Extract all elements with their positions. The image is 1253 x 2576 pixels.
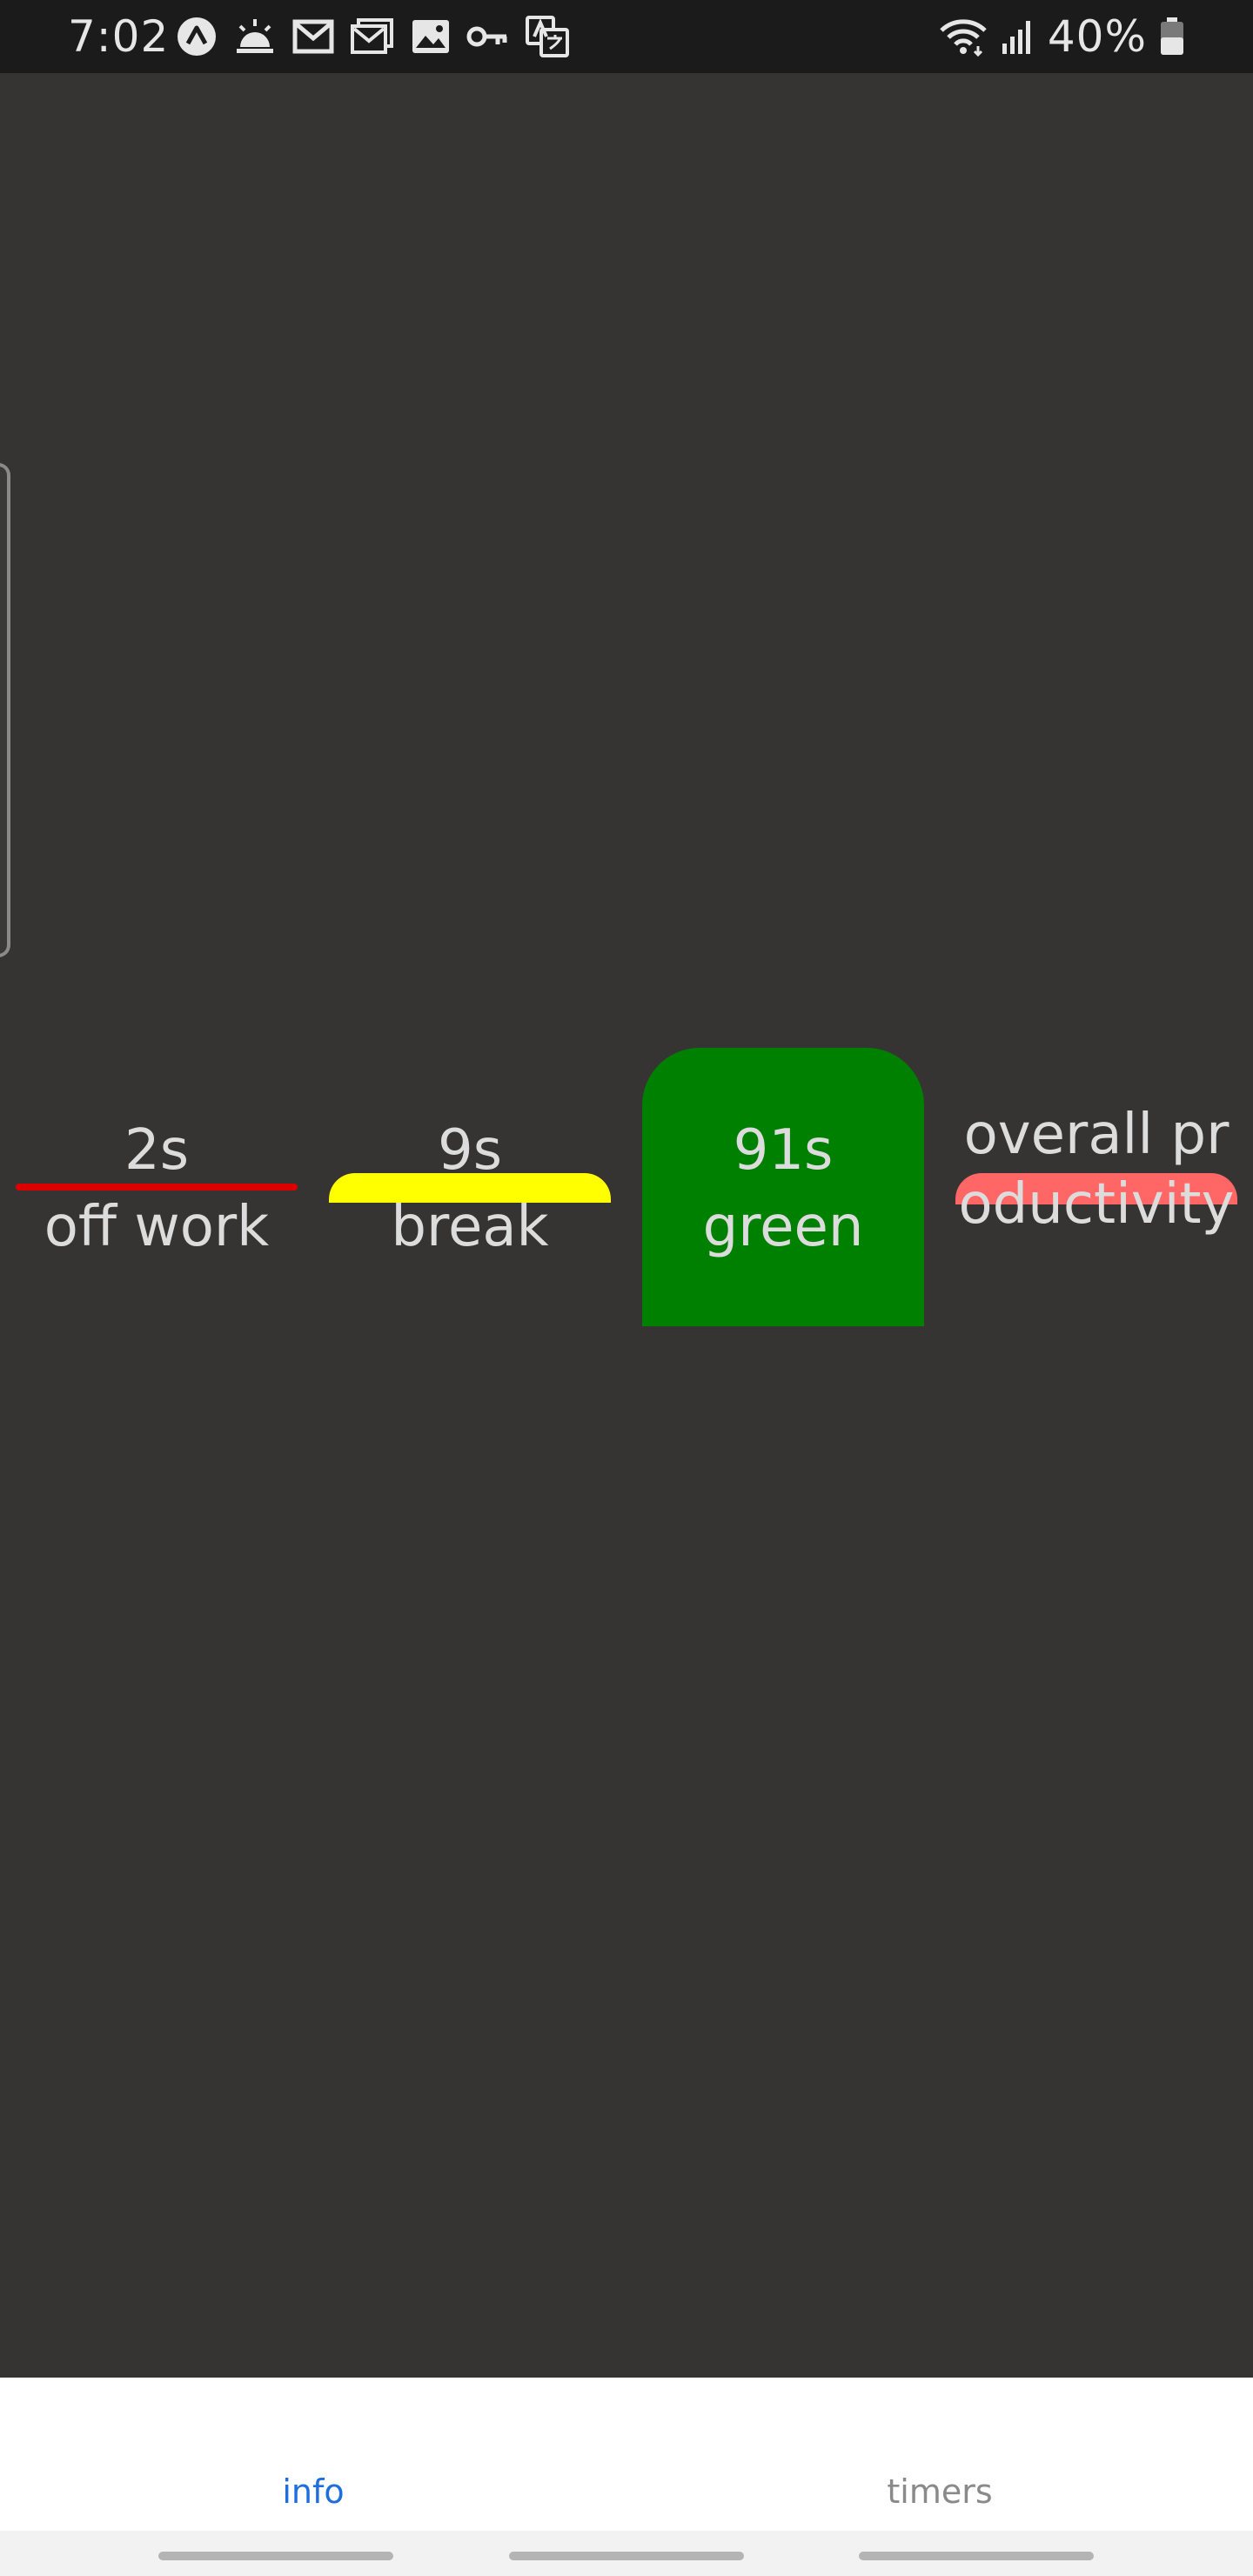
gallery-icon: [412, 20, 449, 53]
system-indicators: 40%: [938, 9, 1185, 64]
app-a-icon: [178, 17, 216, 56]
status-time: 7:02: [68, 11, 170, 62]
tab-timers[interactable]: timers: [626, 2378, 1253, 2531]
translate-icon: [526, 16, 569, 57]
edge-panel-handle[interactable]: [0, 463, 10, 957]
gmail-stack-icon: [351, 18, 393, 54]
status-bar: 7:02 40%: [0, 0, 1253, 73]
stat-overall-productivity: overall productivity: [955, 1044, 1237, 1332]
weather-sunrise-icon: [237, 19, 273, 53]
gesture-recents[interactable]: [158, 2552, 393, 2560]
green-value: 91s: [733, 1118, 834, 1183]
break-label: break: [391, 1195, 549, 1259]
green-bar: [642, 1048, 924, 1326]
off-work-value: 2s: [124, 1118, 190, 1183]
stat-break: 9s break: [329, 1044, 611, 1332]
system-gesture-bar: [0, 2531, 1253, 2576]
stat-off-work: 2s off work: [16, 1044, 298, 1332]
gesture-back[interactable]: [859, 2552, 1094, 2560]
stat-green: 91s green: [642, 1044, 924, 1332]
productivity-label: overall productivity: [958, 1103, 1235, 1237]
tab-info[interactable]: info: [0, 2378, 626, 2531]
bottom-navigation: info timers: [0, 2378, 1253, 2531]
gmail-icon: [292, 19, 334, 54]
green-label: green: [702, 1195, 864, 1259]
battery-percentage: 40%: [1047, 11, 1147, 62]
break-value: 9s: [437, 1118, 503, 1183]
gesture-home[interactable]: [509, 2552, 744, 2560]
tab-info-label: info: [282, 2472, 345, 2511]
wifi-icon: [940, 19, 987, 57]
notification-icons: [176, 14, 569, 59]
signal-icon: [1002, 21, 1030, 54]
off-work-label: off work: [44, 1195, 270, 1259]
battery-icon: [1161, 17, 1183, 55]
tab-timers-label: timers: [887, 2472, 993, 2511]
key-icon: [466, 26, 507, 47]
